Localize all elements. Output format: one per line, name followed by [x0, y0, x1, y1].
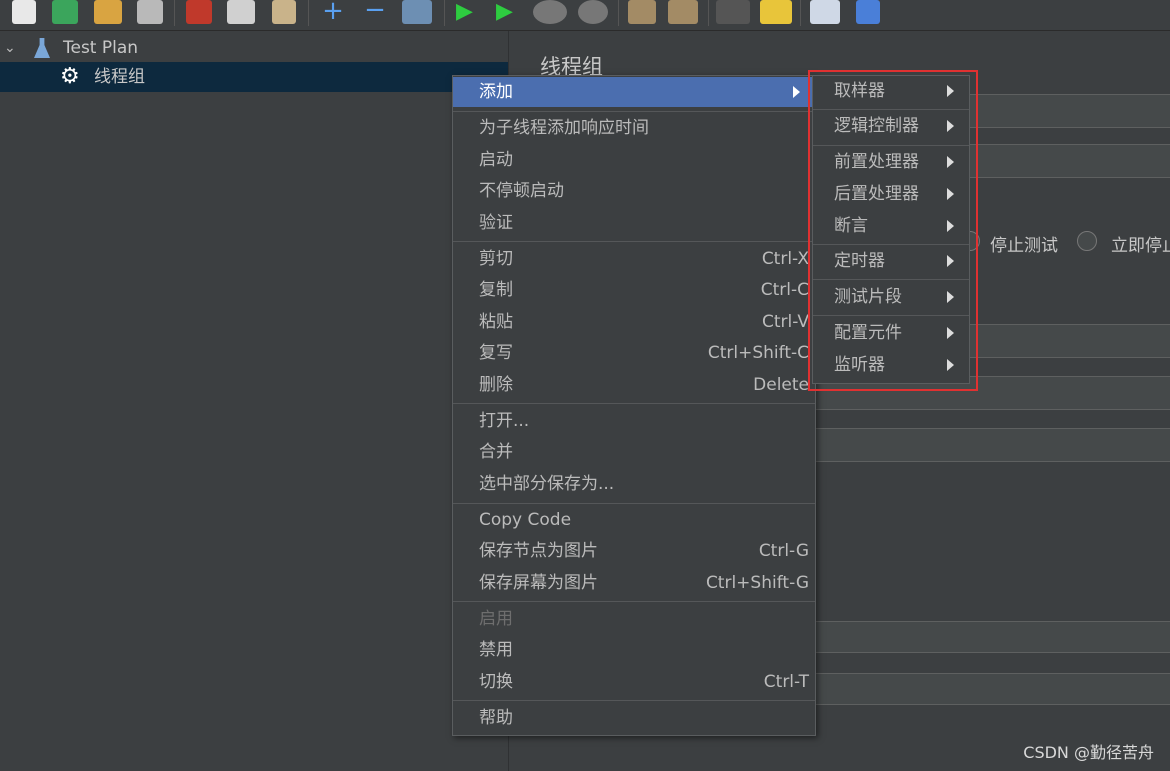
chevron-down-icon[interactable]: ⌄ [4, 33, 16, 63]
tree-node-label: 线程组 [94, 67, 145, 87]
radio-stop-now-label: 立即停止 [1111, 236, 1170, 256]
stop-icon[interactable] [533, 0, 567, 24]
cut-icon[interactable] [186, 0, 212, 24]
submenu-item-timer[interactable]: 定时器 [813, 246, 969, 276]
tree-node-thread-group[interactable]: ⚙ 线程组 [0, 62, 508, 92]
tree-node-test-plan[interactable]: ⌄ Test Plan [0, 33, 508, 63]
save-icon[interactable] [137, 0, 163, 24]
menu-item-validate[interactable]: 验证 [453, 208, 815, 238]
duration-field[interactable] [808, 621, 1170, 653]
paste-icon[interactable] [272, 0, 296, 24]
menu-item-cut[interactable]: 剪切 Ctrl-X [453, 244, 815, 274]
submenu-item-config-element[interactable]: 配置元件 [813, 318, 969, 348]
menu-item-add[interactable]: 添加 [453, 77, 815, 107]
menu-item-delete[interactable]: 删除 Delete [453, 370, 815, 400]
menu-item-duplicate[interactable]: 复写 Ctrl+Shift-C [453, 338, 815, 368]
submenu-item-test-fragment[interactable]: 测试片段 [813, 282, 969, 312]
menu-item-paste[interactable]: 粘贴 Ctrl-V [453, 307, 815, 337]
clear-icon[interactable] [628, 0, 656, 24]
menu-item-help[interactable]: 帮助 [453, 703, 815, 733]
watermark: CSDN @勤径苦舟 [1023, 743, 1154, 762]
menu-item-disable[interactable]: 禁用 [453, 635, 815, 665]
test-plan-tree: ⌄ Test Plan ⚙ 线程组 [0, 31, 508, 771]
chevron-right-icon [947, 188, 954, 200]
menu-item-save-node-image[interactable]: 保存节点为图片 Ctrl-G [453, 536, 815, 566]
new-icon[interactable] [12, 0, 36, 24]
menu-item-toggle[interactable]: 切换 Ctrl-T [453, 667, 815, 697]
chevron-right-icon [947, 359, 954, 371]
chevron-right-icon [947, 255, 954, 267]
toolbar: + − ▶ ▶ [0, 0, 1170, 31]
gear-icon: ⚙ [60, 64, 80, 89]
add-submenu: 取样器 逻辑控制器 前置处理器 后置处理器 断言 定时器 测试片段 配置元件 监… [812, 75, 970, 384]
radio-stop-now[interactable] [1077, 231, 1097, 251]
chevron-right-icon [793, 86, 800, 98]
menu-item-copy[interactable]: 复制 Ctrl-C [453, 275, 815, 305]
menu-item-save-selection-as[interactable]: 选中部分保存为... [453, 469, 815, 499]
function-helper-icon[interactable] [810, 0, 840, 24]
submenu-item-post-processor[interactable]: 后置处理器 [813, 179, 969, 209]
collapse-icon[interactable]: − [364, 0, 386, 24]
submenu-item-sampler[interactable]: 取样器 [813, 76, 969, 106]
open-icon[interactable] [94, 0, 122, 24]
submenu-item-pre-processor[interactable]: 前置处理器 [813, 147, 969, 177]
expand-icon[interactable]: + [322, 0, 344, 24]
help-icon[interactable] [856, 0, 880, 24]
flask-icon [34, 38, 50, 58]
context-menu: 添加 为子线程添加响应时间 启动 不停顿启动 验证 剪切 Ctrl-X 复制 Ctr… [452, 75, 816, 736]
shutdown-icon[interactable] [578, 0, 608, 24]
menu-item-start[interactable]: 启动 [453, 145, 815, 175]
search-icon[interactable] [716, 0, 750, 24]
start-icon[interactable]: ▶ [456, 0, 478, 24]
radio-stop-test-label: 停止测试 [990, 236, 1058, 256]
chevron-right-icon [947, 327, 954, 339]
toggle-icon[interactable] [402, 0, 432, 24]
clear-all-icon[interactable] [668, 0, 698, 24]
menu-item-start-no-pause[interactable]: 不停顿启动 [453, 176, 815, 206]
chevron-right-icon [947, 156, 954, 168]
submenu-item-assertion[interactable]: 断言 [813, 211, 969, 241]
start-no-pause-icon[interactable]: ▶ [496, 0, 520, 24]
tree-node-label: Test Plan [63, 38, 139, 58]
templates-icon[interactable] [52, 0, 78, 24]
menu-item-save-screen-image[interactable]: 保存屏幕为图片 Ctrl+Shift-G [453, 568, 815, 598]
loop-field[interactable] [808, 428, 1170, 462]
submenu-item-listener[interactable]: 监听器 [813, 350, 969, 380]
submenu-item-logic-controller[interactable]: 逻辑控制器 [813, 111, 969, 141]
menu-item-enable: 启用 [479, 609, 513, 629]
chevron-right-icon [947, 220, 954, 232]
delay-field[interactable] [808, 673, 1170, 705]
menu-item-copy-code[interactable]: Copy Code [453, 505, 815, 535]
menu-item-open[interactable]: 打开... [453, 406, 815, 436]
menu-item-add-response-time[interactable]: 为子线程添加响应时间 [453, 113, 815, 143]
copy-icon[interactable] [227, 0, 255, 24]
chevron-right-icon [947, 85, 954, 97]
reset-search-icon[interactable] [760, 0, 792, 24]
chevron-right-icon [947, 291, 954, 303]
chevron-right-icon [947, 120, 954, 132]
menu-item-merge[interactable]: 合并 [453, 437, 815, 467]
